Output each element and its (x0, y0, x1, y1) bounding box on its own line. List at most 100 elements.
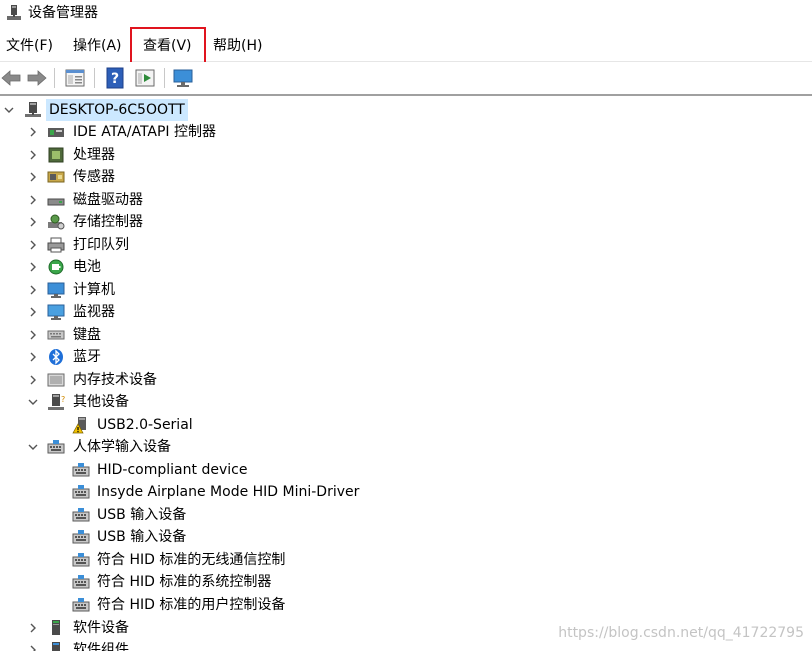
ide-controller-icon (48, 128, 64, 137)
tree-category-label: IDE ATA/ATAPI 控制器 (73, 124, 217, 140)
tree-category[interactable]: 软件设备 (0, 617, 300, 639)
tree-device[interactable]: USB 输入设备 (0, 504, 340, 526)
disk-drive-icon (47, 198, 65, 206)
hid-icon (72, 485, 90, 499)
tree-device[interactable]: 符合 HID 标准的用户控制设备 (0, 594, 340, 616)
chevron-right-icon[interactable] (27, 306, 39, 318)
tree-category-label: 监视器 (73, 304, 115, 320)
tree-category-label: 软件组件 (73, 642, 129, 651)
chevron-right-icon[interactable] (27, 149, 39, 161)
chevron-right-icon[interactable] (27, 284, 39, 296)
tree-device-label: Insyde Airplane Mode HID Mini-Driver (97, 484, 360, 500)
monitor-icon (47, 304, 65, 320)
menu-file[interactable]: 文件(F) (6, 37, 53, 55)
tree-device-label: USB 输入设备 (97, 529, 187, 545)
tree-category[interactable]: 存储控制器 (0, 211, 300, 233)
tree-category-label: 键盘 (73, 327, 101, 343)
help-icon[interactable]: ? (104, 67, 126, 89)
chevron-right-icon[interactable] (27, 126, 39, 138)
tree-device[interactable]: 符合 HID 标准的无线通信控制 (0, 549, 340, 571)
back-arrow-icon[interactable] (0, 67, 22, 89)
menu-view[interactable]: 查看(V) (143, 37, 192, 55)
tree-category-label: 人体学输入设备 (73, 439, 171, 455)
run-icon[interactable] (134, 67, 156, 89)
tree-device[interactable]: USB 输入设备 (0, 526, 340, 548)
chevron-right-icon[interactable] (27, 329, 39, 341)
tree-category[interactable]: 打印队列 (0, 234, 300, 256)
tree-device[interactable]: HID-compliant device (0, 459, 340, 481)
tree-device[interactable]: 符合 HID 标准的系统控制器 (0, 571, 340, 593)
tree-category-label: 存储控制器 (73, 214, 143, 230)
hid-icon (72, 530, 90, 544)
tree-category-label: 软件设备 (73, 620, 129, 636)
tree-category-label: 其他设备 (73, 394, 129, 410)
tree-category[interactable]: 内存技术设备 (0, 369, 300, 391)
tree-device-label: 符合 HID 标准的用户控制设备 (97, 597, 286, 613)
toolbar: ? (0, 62, 812, 96)
tree-category-label: 电池 (73, 259, 101, 275)
computer-tower-icon (25, 102, 41, 117)
chevron-right-icon[interactable] (27, 239, 39, 251)
title-bar: 设备管理器 (0, 0, 812, 30)
chevron-right-icon[interactable] (27, 644, 39, 651)
menu-help[interactable]: 帮助(H) (213, 37, 262, 55)
tree-category-label: 蓝牙 (73, 349, 101, 365)
chevron-right-icon[interactable] (27, 216, 39, 228)
toolbar-separator (54, 68, 55, 88)
chevron-down-icon[interactable] (27, 396, 39, 408)
tree-category[interactable]: 人体学输入设备 (0, 436, 300, 458)
hid-icon (47, 440, 65, 454)
tree-category[interactable]: 计算机 (0, 279, 300, 301)
tree-category[interactable]: 蓝牙 (0, 346, 300, 368)
tree-category[interactable]: 软件组件 (0, 639, 300, 651)
tree-device-label: 符合 HID 标准的无线通信控制 (97, 552, 286, 568)
chevron-right-icon[interactable] (27, 622, 39, 634)
tree-category[interactable]: 键盘 (0, 324, 300, 346)
software-device-icon (52, 620, 60, 635)
bluetooth-icon (49, 349, 63, 365)
svg-text:?: ? (61, 395, 65, 404)
forward-arrow-icon[interactable] (26, 67, 48, 89)
sensor-icon (47, 171, 65, 183)
chevron-right-icon[interactable] (27, 194, 39, 206)
tree-category[interactable]: 电池 (0, 256, 300, 278)
menu-action[interactable]: 操作(A) (73, 37, 122, 55)
tree-category[interactable]: IDE ATA/ATAPI 控制器 (0, 121, 300, 143)
tree-device-label: HID-compliant device (97, 462, 248, 478)
computer-icon (47, 282, 65, 298)
tree-category[interactable]: ? 其他设备 (0, 391, 300, 413)
tree-device-label: 符合 HID 标准的系统控制器 (97, 574, 272, 590)
tree-category[interactable]: 磁盘驱动器 (0, 189, 300, 211)
tree-category-label: 传感器 (73, 169, 115, 185)
warning-device-icon (72, 417, 86, 434)
tree-device-label: USB 输入设备 (97, 507, 187, 523)
toolbar-separator (94, 68, 95, 88)
software-component-icon (52, 642, 60, 651)
chevron-right-icon[interactable] (27, 261, 39, 273)
memory-device-icon (47, 373, 65, 387)
battery-icon (48, 259, 64, 275)
toolbar-separator (164, 68, 165, 88)
monitor-icon[interactable] (172, 67, 194, 89)
properties-icon[interactable] (64, 67, 86, 89)
chevron-right-icon[interactable] (27, 171, 39, 183)
printer-icon (47, 237, 65, 253)
chevron-right-icon[interactable] (27, 351, 39, 363)
menu-bar: 文件(F) 操作(A) 查看(V) 帮助(H) (0, 30, 812, 62)
keyboard-icon (47, 330, 65, 340)
storage-controller-icon (48, 214, 65, 230)
tree-device[interactable]: Insyde Airplane Mode HID Mini-Driver (0, 481, 380, 503)
tree-category[interactable]: 处理器 (0, 144, 300, 166)
chevron-right-icon[interactable] (27, 374, 39, 386)
tree-category[interactable]: 传感器 (0, 166, 300, 188)
svg-text:?: ? (111, 71, 119, 87)
chevron-down-icon[interactable] (3, 104, 15, 116)
chevron-down-icon[interactable] (27, 441, 39, 453)
tree-root-label: DESKTOP-6C5OOTT (46, 99, 188, 121)
tree-category-label: 处理器 (73, 147, 115, 163)
tree-category[interactable]: 监视器 (0, 301, 300, 323)
tree-root[interactable]: DESKTOP-6C5OOTT (0, 99, 240, 121)
tree-device[interactable]: USB2.0-Serial (0, 414, 300, 436)
other-devices-icon: ? (48, 394, 65, 410)
hid-icon (72, 463, 90, 477)
